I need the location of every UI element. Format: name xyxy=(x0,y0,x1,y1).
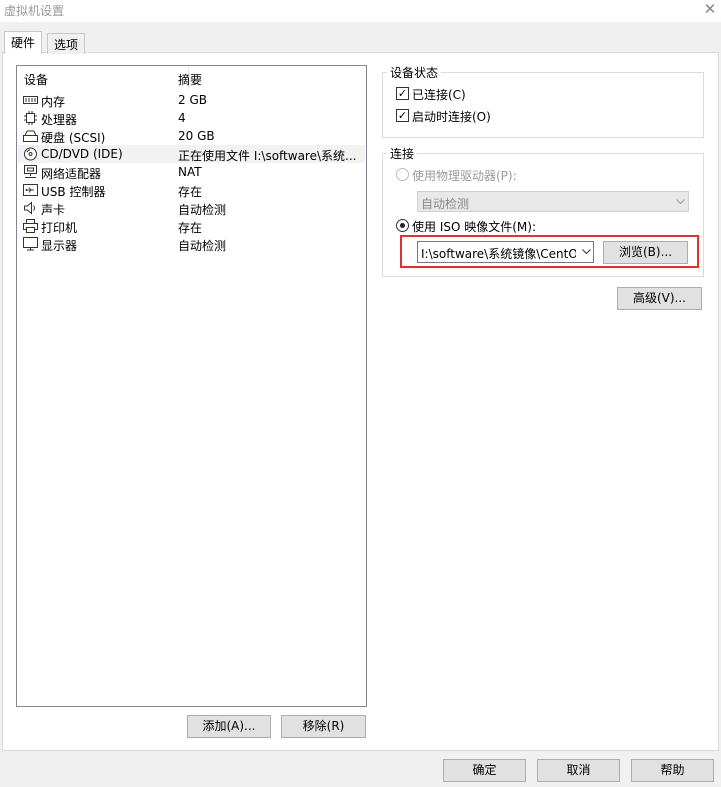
device-row-memory[interactable]: 内存 2 GB xyxy=(18,91,365,109)
iso-path-value: I:\software\系统镜像\CentO xyxy=(421,247,576,261)
cancel-button[interactable]: 取消 xyxy=(537,759,620,782)
device-summary: 2 GB xyxy=(178,93,207,107)
device-summary: 存在 xyxy=(178,185,203,199)
device-row-printer[interactable]: 打印机 存在 xyxy=(18,217,365,235)
display-icon xyxy=(23,237,38,251)
device-summary: NAT xyxy=(178,165,202,179)
device-summary: 自动检测 xyxy=(178,203,227,217)
printer-icon xyxy=(23,219,38,233)
device-row-processor[interactable]: 处理器 4 xyxy=(18,109,365,127)
tab-hardware[interactable]: 硬件 xyxy=(4,31,43,54)
tab-options-label: 选项 xyxy=(54,38,79,52)
device-name: USB 控制器 xyxy=(41,185,106,199)
device-name: 显示器 xyxy=(41,239,78,253)
device-status-label: 设备状态 xyxy=(387,64,442,81)
chevron-down-icon[interactable] xyxy=(582,249,591,255)
window-title: 虚拟机设置 xyxy=(4,4,65,18)
title-bar: 虚拟机设置 ✕ xyxy=(0,0,721,22)
device-name: 处理器 xyxy=(41,113,78,127)
connect-at-power-on-label[interactable]: 启动时连接(O) xyxy=(412,108,491,125)
advanced-button[interactable]: 高级(V)... xyxy=(617,287,702,310)
device-list[interactable]: 设备 摘要 内存 2 GB 处理器 4 硬盘 (SCSI) 20 GB CD/D… xyxy=(16,65,367,707)
memory-icon xyxy=(23,96,38,104)
physical-drive-select-value: 自动检测 xyxy=(421,197,470,211)
device-summary: 正在使用文件 I:\software\系统... xyxy=(178,149,357,163)
device-row-usb-controller[interactable]: USB 控制器 存在 xyxy=(18,181,365,199)
device-row-network-adapter[interactable]: 网络适配器 NAT xyxy=(18,163,365,181)
device-summary: 20 GB xyxy=(178,129,215,143)
device-row-cd-dvd[interactable]: CD/DVD (IDE) 正在使用文件 I:\software\系统... xyxy=(18,145,365,163)
device-summary: 4 xyxy=(178,111,186,125)
physical-drive-select[interactable]: 自动检测 xyxy=(417,191,689,212)
device-name: CD/DVD (IDE) xyxy=(41,147,123,161)
add-device-button[interactable]: 添加(A)... xyxy=(187,715,271,738)
iso-path-combobox[interactable]: I:\software\系统镜像\CentO xyxy=(417,241,594,263)
browse-button[interactable]: 浏览(B)... xyxy=(603,241,688,264)
tab-hardware-label: 硬件 xyxy=(11,36,36,50)
connected-checkbox[interactable]: ✓ xyxy=(396,87,409,100)
usb-controller-icon xyxy=(23,184,38,196)
hard-disk-icon xyxy=(23,130,38,142)
device-row-hard-disk[interactable]: 硬盘 (SCSI) 20 GB xyxy=(18,127,365,145)
device-name: 打印机 xyxy=(41,221,78,235)
device-summary: 存在 xyxy=(178,221,203,235)
chevron-down-icon xyxy=(676,199,685,205)
device-name: 网络适配器 xyxy=(41,167,102,181)
tab-options[interactable]: 选项 xyxy=(47,33,86,54)
processor-icon xyxy=(24,111,37,125)
iso-image-radio[interactable] xyxy=(396,219,409,232)
device-row-display[interactable]: 显示器 自动检测 xyxy=(18,235,365,253)
physical-drive-radio[interactable] xyxy=(396,168,409,181)
iso-image-label[interactable]: 使用 ISO 映像文件(M): xyxy=(412,218,536,235)
help-button[interactable]: 帮助 xyxy=(631,759,714,782)
remove-device-button[interactable]: 移除(R) xyxy=(281,715,366,738)
connection-label: 连接 xyxy=(387,145,418,162)
device-name: 声卡 xyxy=(41,203,66,217)
radio-selected-dot xyxy=(400,223,405,228)
device-column-header[interactable]: 设备 xyxy=(24,71,48,88)
device-name: 内存 xyxy=(41,95,66,109)
cd-dvd-icon xyxy=(24,147,37,161)
connected-label[interactable]: 已连接(C) xyxy=(412,86,466,103)
ok-button[interactable]: 确定 xyxy=(443,759,526,782)
close-icon[interactable]: ✕ xyxy=(700,0,720,20)
physical-drive-label[interactable]: 使用物理驱动器(P): xyxy=(412,167,517,184)
sound-card-icon xyxy=(24,201,35,215)
device-row-sound-card[interactable]: 声卡 自动检测 xyxy=(18,199,365,217)
network-adapter-icon xyxy=(24,165,37,178)
summary-column-header[interactable]: 摘要 xyxy=(178,71,202,88)
device-summary: 自动检测 xyxy=(178,239,227,253)
connect-at-power-on-checkbox[interactable]: ✓ xyxy=(396,109,409,122)
device-name: 硬盘 (SCSI) xyxy=(41,131,106,145)
device-status-group xyxy=(382,72,704,138)
